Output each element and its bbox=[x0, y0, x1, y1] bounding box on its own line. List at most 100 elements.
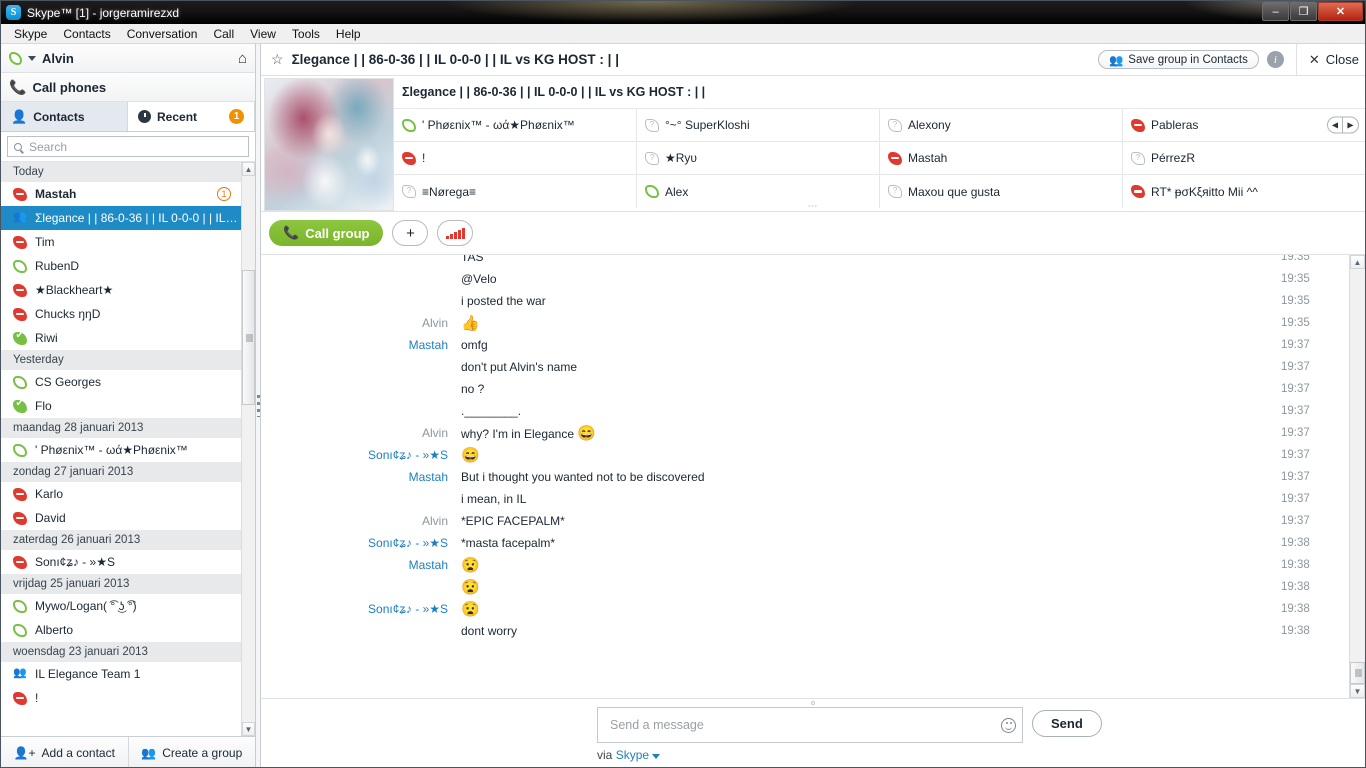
participant-cell[interactable]: ? °~° SuperKloshi bbox=[637, 109, 880, 141]
star-icon[interactable]: ☆ bbox=[271, 51, 284, 68]
participant-cell[interactable]: ! bbox=[394, 142, 637, 174]
dnd-status-icon bbox=[13, 235, 27, 249]
list-item[interactable]: Sonı¢ʑ♪ - »★S bbox=[1, 550, 241, 574]
create-group-button[interactable]: 👥 Create a group bbox=[127, 737, 256, 767]
transcript-scroll-thumb[interactable] bbox=[1350, 662, 1365, 684]
unknown-status-icon: ? bbox=[645, 118, 659, 132]
create-group-label: Create a group bbox=[162, 745, 243, 760]
participant-cell[interactable]: ? Alexony bbox=[880, 109, 1123, 141]
send-button[interactable]: Send bbox=[1032, 710, 1102, 737]
list-item[interactable]: Alberto bbox=[1, 618, 241, 642]
add-people-button[interactable]: + bbox=[392, 220, 429, 246]
close-label: Close bbox=[1325, 52, 1359, 67]
window-controls: – ❐ ✕ bbox=[1262, 2, 1363, 21]
participant-cell[interactable]: ? Maxou que gusta bbox=[880, 175, 1123, 208]
list-item[interactable]: Riwi bbox=[1, 326, 241, 350]
maximize-button[interactable]: ❐ bbox=[1290, 2, 1317, 21]
minimize-button[interactable]: – bbox=[1262, 2, 1289, 21]
transcript-scroll-up-icon[interactable]: ▲ bbox=[1350, 255, 1365, 269]
via-chevron-down-icon[interactable] bbox=[652, 754, 661, 759]
menu-tools[interactable]: Tools bbox=[284, 25, 328, 43]
participant-cell[interactable]: ? ≡Nørega≡ bbox=[394, 175, 637, 208]
participant-name: ! bbox=[422, 151, 426, 165]
participant-cell[interactable]: ? PérrezR bbox=[1123, 142, 1365, 174]
sidebar-bottom-bar: 👤+ Add a contact 👥 Create a group bbox=[1, 736, 256, 767]
menu-call[interactable]: Call bbox=[205, 25, 242, 43]
message-input-box[interactable] bbox=[597, 707, 1023, 743]
message-input[interactable] bbox=[608, 717, 1001, 733]
scroll-up-icon[interactable]: ▲ bbox=[242, 162, 255, 176]
menu-bar: Skype Contacts Conversation Call View To… bbox=[1, 24, 1365, 44]
participant-cell[interactable]: ' Phøεnix™ - ωά★Phøεnix™ bbox=[394, 109, 637, 141]
call-quality-button[interactable] bbox=[437, 220, 474, 246]
message-row: Alvin 👍 19:35 bbox=[261, 312, 1349, 334]
dnd-status-icon bbox=[888, 151, 902, 165]
message-body: 👍 bbox=[461, 316, 1281, 331]
call-phones-row[interactable]: 📞 Call phones bbox=[1, 73, 255, 102]
participant-cell[interactable]: Alex bbox=[637, 175, 880, 208]
search-input[interactable] bbox=[27, 138, 242, 155]
participants-pager[interactable]: ◀ ▶ bbox=[1327, 116, 1359, 134]
chevron-down-icon[interactable] bbox=[28, 55, 36, 61]
group-avatar bbox=[264, 78, 394, 211]
list-item[interactable]: Mastah 1 bbox=[1, 182, 241, 206]
message-text: @Velo bbox=[461, 272, 497, 286]
list-item[interactable]: Karlo bbox=[1, 482, 241, 506]
participant-name: Mastah bbox=[908, 151, 948, 165]
sidebar-scroll-thumb[interactable] bbox=[242, 270, 255, 405]
list-item[interactable]: ' Phøεnix™ - ωά★Phøεnix™ bbox=[1, 438, 241, 462]
list-item[interactable]: David bbox=[1, 506, 241, 530]
transcript-scrollbar[interactable]: ▲ ▼ bbox=[1349, 255, 1365, 698]
via-service-link[interactable]: Skype bbox=[616, 748, 649, 762]
transcript-scroll-down-icon[interactable]: ▼ bbox=[1350, 684, 1365, 698]
tab-contacts[interactable]: 👤 Contacts bbox=[1, 102, 128, 131]
message-author: Sonı¢ʑ♪ - »★S bbox=[368, 536, 448, 550]
smiley-icon[interactable] bbox=[1001, 717, 1016, 733]
message-transcript[interactable]: TAS 19:35 @Velo 19:35 i posted the war 19:35 A… bbox=[261, 255, 1349, 698]
menu-help[interactable]: Help bbox=[328, 25, 369, 43]
participant-cell[interactable]: Pableras ◀ ▶ bbox=[1123, 109, 1365, 141]
participants-resize-handle[interactable]: ⋯ bbox=[808, 202, 819, 212]
tab-recent[interactable]: Recent 1 bbox=[128, 102, 255, 131]
chat-header-actions: 👥 Save group in Contacts i ✕ Close bbox=[1097, 43, 1359, 76]
unknown-status-icon: ? bbox=[888, 185, 902, 198]
participant-cell[interactable]: Mastah bbox=[880, 142, 1123, 174]
pager-next-icon[interactable]: ▶ bbox=[1343, 118, 1358, 133]
close-window-button[interactable]: ✕ bbox=[1318, 2, 1363, 21]
recent-badge: 1 bbox=[229, 109, 244, 124]
user-row[interactable]: Alvin ⌂ bbox=[1, 44, 255, 73]
search-box[interactable] bbox=[7, 136, 249, 157]
participant-cell[interactable]: ? ★Ryυ bbox=[637, 142, 880, 174]
menu-skype[interactable]: Skype bbox=[6, 25, 55, 43]
menu-view[interactable]: View bbox=[242, 25, 284, 43]
compose-resize-handle[interactable] bbox=[811, 701, 815, 705]
pager-prev-icon[interactable]: ◀ bbox=[1328, 117, 1343, 133]
participants-area: Σlegance | | 86-0-36 | | IL 0-0-0 | | IL… bbox=[261, 76, 1365, 212]
home-icon[interactable]: ⌂ bbox=[238, 50, 247, 67]
sidebar: Alvin ⌂ 📞 Call phones 👤 Contacts Recent … bbox=[1, 44, 256, 767]
list-item[interactable]: Flo bbox=[1, 394, 241, 418]
list-item[interactable]: Chucks ŋŋD bbox=[1, 302, 241, 326]
contact-name: Flo bbox=[35, 399, 52, 413]
list-item[interactable]: RubenD bbox=[1, 254, 241, 278]
list-item[interactable]: Mywo/Logan( ͡° ͜ʖ ͡°) bbox=[1, 594, 241, 618]
add-contact-button[interactable]: 👤+ Add a contact bbox=[1, 737, 128, 767]
menu-contacts[interactable]: Contacts bbox=[55, 25, 118, 43]
list-item[interactable]: CS Georges bbox=[1, 370, 241, 394]
list-item[interactable]: IL Elegance Team 1 bbox=[1, 662, 241, 686]
emoticon-icon: 😧 bbox=[461, 600, 480, 618]
list-item[interactable]: Σlegance | | 86-0-36 | | IL 0-0-0 | | IL… bbox=[1, 206, 241, 230]
list-item[interactable]: ★Blackheart★ bbox=[1, 278, 241, 302]
save-group-button[interactable]: 👥 Save group in Contacts bbox=[1097, 50, 1259, 69]
call-group-button[interactable]: 📞 Call group bbox=[269, 220, 384, 246]
participant-row: ' Phøεnix™ - ωά★Phøεnix™? °~° SuperKloshi… bbox=[394, 109, 1365, 142]
close-conversation-button[interactable]: ✕ Close bbox=[1295, 43, 1359, 76]
group-status-icon bbox=[13, 210, 27, 225]
info-icon[interactable]: i bbox=[1266, 51, 1284, 68]
participant-cell[interactable]: RT* ᵽσΚξяitto Mii ^^ bbox=[1123, 175, 1365, 208]
sidebar-scrollbar[interactable]: ▲ ▼ bbox=[241, 162, 255, 736]
scroll-down-icon[interactable]: ▼ bbox=[242, 722, 255, 736]
list-item[interactable]: ! bbox=[1, 686, 241, 710]
list-item[interactable]: Tim bbox=[1, 230, 241, 254]
menu-conversation[interactable]: Conversation bbox=[119, 25, 206, 43]
